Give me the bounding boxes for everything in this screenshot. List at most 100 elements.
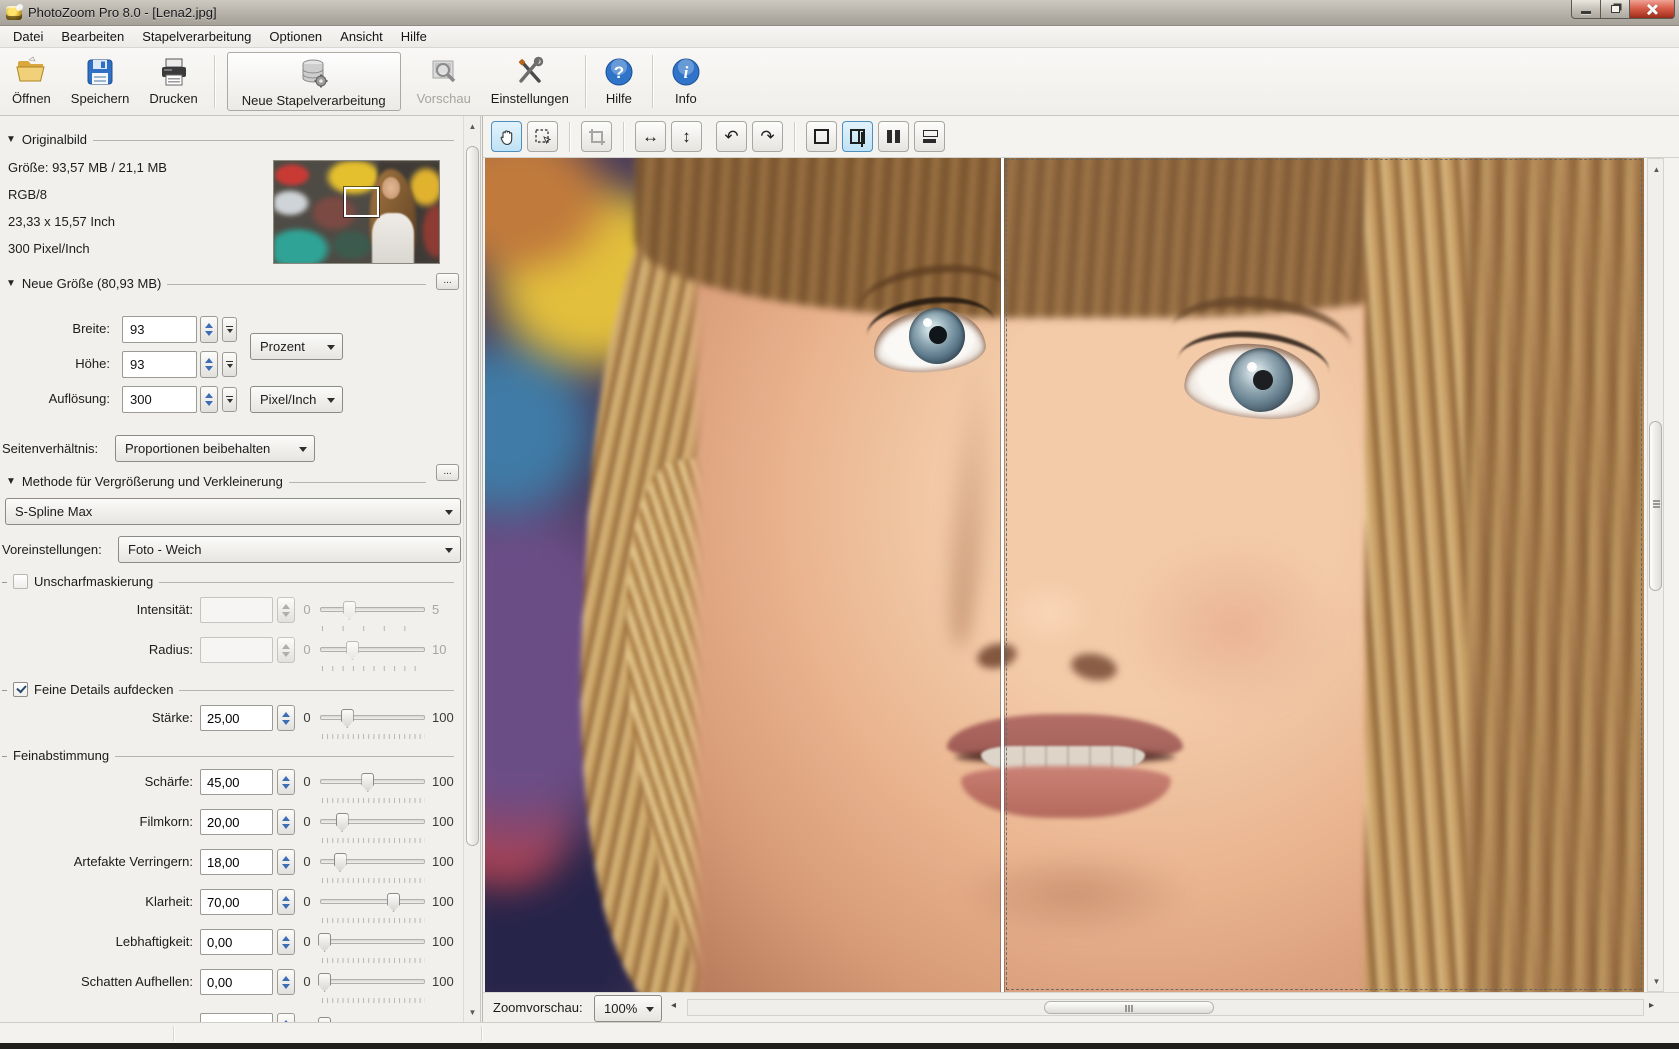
preview-button[interactable]: Vorschau — [407, 51, 481, 112]
slider-thumb[interactable] — [336, 813, 349, 832]
save-button[interactable]: Speichern — [61, 51, 140, 112]
close-button[interactable] — [1630, 0, 1675, 19]
slider-value-input[interactable] — [200, 705, 273, 731]
slider-spinner[interactable] — [277, 889, 295, 915]
resolution-input[interactable] — [122, 386, 197, 413]
scroll-down-icon[interactable]: ▼ — [1649, 973, 1664, 989]
flip-horizontal-button[interactable]: ↔ — [635, 121, 666, 152]
slider-value-input[interactable] — [200, 637, 273, 663]
panel-scrollbar[interactable]: ▲ ▼ — [463, 116, 481, 1022]
navigator-thumbnail[interactable] — [273, 160, 440, 264]
menu-hilfe[interactable]: Hilfe — [392, 27, 436, 46]
info-button[interactable]: i Info — [659, 51, 713, 112]
aspect-dropdown[interactable]: Proportionen beibehalten — [115, 435, 315, 462]
unsharp-mask-checkbox[interactable] — [13, 574, 28, 589]
fine-details-checkbox[interactable] — [13, 682, 28, 697]
slider-spinner[interactable] — [277, 637, 295, 663]
slider-thumb[interactable] — [343, 601, 356, 620]
slider-thumb[interactable] — [318, 933, 331, 952]
horizontal-scrollbar-thumb[interactable] — [1044, 1001, 1214, 1014]
slider-spinner[interactable] — [277, 849, 295, 875]
print-button[interactable]: Drucken — [139, 51, 207, 112]
menu-datei[interactable]: Datei — [4, 27, 52, 46]
section-neue-groesse[interactable]: ▼ Neue Größe (80,93 MB) — [6, 274, 426, 292]
algorithm-dropdown[interactable]: S-Spline Max — [5, 498, 461, 525]
slider-value-input[interactable] — [200, 597, 273, 623]
slider-thumb[interactable] — [341, 709, 354, 728]
slider-value-input[interactable] — [200, 849, 273, 875]
width-input[interactable] — [122, 316, 197, 343]
slider-spinner[interactable] — [277, 969, 295, 995]
slider-track[interactable] — [320, 899, 425, 904]
slider-value-input[interactable] — [200, 809, 273, 835]
flip-vertical-button[interactable]: ↕ — [671, 121, 702, 152]
section-originalbild[interactable]: ▼ Originalbild — [6, 130, 454, 148]
slider-spinner[interactable] — [277, 597, 295, 623]
rotate-ccw-button[interactable]: ↶ — [716, 121, 747, 152]
restore-button[interactable] — [1601, 0, 1630, 19]
open-button[interactable]: Öffnen — [2, 51, 61, 112]
view-single-button[interactable] — [806, 121, 837, 152]
view-top-bottom-button[interactable] — [914, 121, 945, 152]
height-input[interactable] — [122, 351, 197, 378]
menu-ansicht[interactable]: Ansicht — [331, 27, 392, 46]
slider-spinner[interactable] — [277, 769, 295, 795]
minimize-button[interactable] — [1571, 0, 1601, 19]
scroll-down-icon[interactable]: ▼ — [465, 1004, 480, 1020]
preview-horizontal-scrollbar[interactable] — [687, 999, 1644, 1016]
settings-button[interactable]: Einstellungen — [481, 51, 579, 112]
vertical-scrollbar-thumb[interactable] — [1649, 421, 1662, 591]
scroll-left-icon[interactable]: ◂ — [671, 1000, 676, 1011]
menu-optionen[interactable]: Optionen — [260, 27, 331, 46]
size-unit-dropdown[interactable]: Prozent — [250, 333, 343, 360]
presets-dropdown[interactable]: Foto - Weich — [118, 536, 461, 563]
select-tool-button[interactable] — [527, 121, 558, 152]
slider-spinner[interactable] — [277, 929, 295, 955]
slider-thumb[interactable] — [334, 853, 347, 872]
view-split-button[interactable] — [842, 121, 873, 152]
height-spinner[interactable] — [200, 351, 218, 378]
resolution-reset-button[interactable] — [222, 387, 237, 412]
collapse-caret-icon[interactable]: ▼ — [6, 278, 16, 289]
width-reset-button[interactable] — [222, 317, 237, 342]
menu-bearbeiten[interactable]: Bearbeiten — [52, 27, 133, 46]
new-size-more-button[interactable]: ... — [436, 273, 459, 290]
hand-tool-button[interactable] — [491, 121, 522, 152]
height-reset-button[interactable] — [222, 352, 237, 377]
slider-spinner[interactable] — [277, 705, 295, 731]
help-button[interactable]: ? Hilfe — [592, 51, 646, 112]
slider-value-input[interactable] — [200, 929, 273, 955]
view-side-by-side-button[interactable] — [878, 121, 909, 152]
zoom-level-dropdown[interactable]: 100% — [594, 995, 662, 1022]
slider-spinner[interactable] — [277, 809, 295, 835]
scroll-right-icon[interactable]: ▸ — [1649, 1000, 1654, 1011]
rotate-cw-button[interactable]: ↷ — [752, 121, 783, 152]
section-methode[interactable]: ▼ Methode für Vergrößerung und Verkleine… — [6, 472, 426, 490]
slider-track[interactable] — [320, 647, 425, 652]
photo-canvas[interactable] — [485, 158, 1644, 992]
new-batch-button[interactable]: Neue Stapelverarbeitung — [227, 52, 401, 111]
slider-value-input[interactable] — [200, 969, 273, 995]
slider-thumb[interactable] — [361, 773, 374, 792]
slider-thumb[interactable] — [387, 893, 400, 912]
slider-track[interactable] — [320, 859, 425, 864]
resolution-spinner[interactable] — [200, 386, 218, 413]
panel-scrollbar-thumb[interactable] — [466, 146, 479, 846]
slider-track[interactable] — [320, 819, 425, 824]
slider-track[interactable] — [320, 607, 425, 612]
slider-track[interactable] — [320, 939, 425, 944]
resolution-unit-dropdown[interactable]: Pixel/Inch — [250, 386, 343, 413]
slider-value-input[interactable] — [200, 889, 273, 915]
preview-vertical-scrollbar[interactable]: ▲ ▼ — [1647, 158, 1664, 992]
collapse-caret-icon[interactable]: ▼ — [6, 476, 16, 487]
crop-tool-button[interactable] — [581, 121, 612, 152]
slider-thumb[interactable] — [318, 973, 331, 992]
width-spinner[interactable] — [200, 316, 218, 343]
slider-track[interactable] — [320, 715, 425, 720]
method-more-button[interactable]: ... — [436, 464, 459, 481]
before-after-split-line[interactable] — [1001, 158, 1004, 992]
collapse-caret-icon[interactable]: ▼ — [6, 134, 16, 145]
slider-track[interactable] — [320, 979, 425, 984]
menu-stapelverarbeitung[interactable]: Stapelverarbeitung — [133, 27, 260, 46]
scroll-up-icon[interactable]: ▲ — [465, 118, 480, 134]
